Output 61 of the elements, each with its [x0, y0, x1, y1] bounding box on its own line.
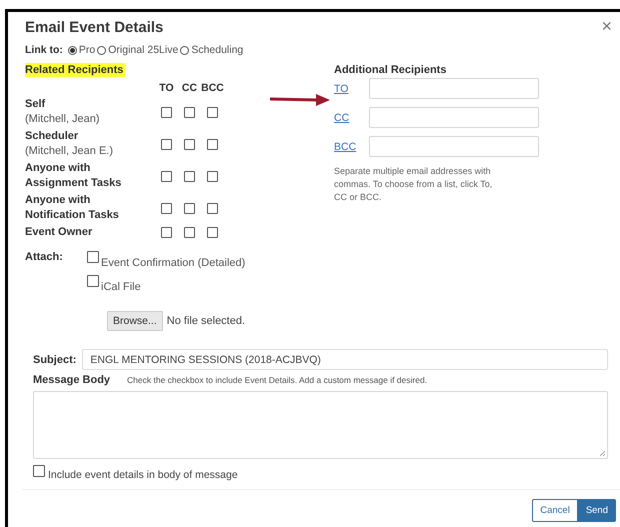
recipient-name: Event Owner — [25, 225, 94, 240]
checkbox[interactable] — [184, 227, 195, 238]
radio-label: Scheduling — [191, 44, 244, 56]
section-heading: Additional Recipients — [334, 63, 448, 77]
file-status: No file selected. — [166, 315, 246, 327]
checkbox[interactable] — [161, 138, 172, 150]
checkbox[interactable] — [184, 202, 195, 214]
checkbox-label: Event Confirmation (Detailed) — [101, 256, 246, 269]
email-field[interactable] — [369, 136, 539, 157]
checkbox[interactable] — [161, 202, 172, 214]
checkbox[interactable] — [87, 275, 99, 287]
checkbox-label: Include event details in body of message — [48, 468, 238, 481]
column-header: CC — [180, 81, 198, 96]
hint-text: Check the checkbox to include Event Details. Add a custom message if desired. — [127, 375, 428, 385]
arrow-icon — [270, 94, 330, 106]
radio-button[interactable] — [180, 46, 190, 54]
checkbox[interactable] — [207, 138, 218, 150]
cancel-button[interactable]: Cancel — [532, 499, 578, 522]
dialog-title: Email Event Details — [25, 18, 164, 36]
checkbox-label: iCal File — [101, 280, 141, 293]
attach-label: Attach: — [25, 251, 64, 265]
subject-label: Subject: — [33, 354, 76, 366]
checkbox[interactable] — [207, 227, 218, 238]
recipient-link[interactable]: BCC — [334, 140, 356, 152]
radio-label: Pro — [78, 44, 96, 56]
column-header: TO — [158, 81, 175, 96]
close-button[interactable]: × — [601, 16, 612, 37]
checkbox[interactable] — [184, 170, 195, 182]
recipient-detail: (Mitchell, Jean) — [25, 112, 101, 127]
checkbox[interactable] — [207, 106, 218, 118]
recipient-name: Self — [25, 97, 46, 112]
recipient-name: Anyone with Assignment Tasks — [25, 161, 122, 191]
radio-label: Original 25Live — [108, 44, 178, 56]
recipient-link[interactable]: CC — [334, 112, 350, 124]
checkbox[interactable] — [161, 227, 172, 238]
browse-button[interactable]: Browse... — [107, 311, 163, 331]
send-button[interactable]: Send — [578, 499, 616, 522]
help-text: Separate multiple email addresses with commas. To choose from a list, click To, CC or BCC. — [334, 165, 494, 204]
checkbox[interactable] — [207, 202, 218, 214]
checkbox[interactable] — [207, 170, 218, 182]
recipient-link[interactable]: TO — [334, 82, 348, 94]
radio-button[interactable] — [68, 46, 77, 54]
resize-grip-icon[interactable] — [599, 450, 605, 456]
email-field[interactable] — [369, 107, 539, 128]
email-field[interactable] — [369, 78, 539, 99]
column-header: BCC — [201, 81, 224, 96]
checkbox[interactable] — [33, 465, 45, 477]
recipient-detail: (Mitchell, Jean E.) — [25, 144, 114, 159]
message-body-label: Message Body — [33, 374, 110, 386]
checkbox[interactable] — [161, 106, 172, 118]
recipient-name: Scheduler — [25, 129, 80, 144]
subject-field[interactable]: ENGL MENTORING SESSIONS (2018-ACJBVQ) — [82, 349, 608, 370]
checkbox[interactable] — [87, 251, 99, 263]
checkbox[interactable] — [161, 170, 172, 182]
message-field[interactable] — [33, 391, 608, 459]
link-to-label: Link to: — [25, 44, 63, 56]
radio-button[interactable] — [97, 46, 106, 54]
checkbox[interactable] — [184, 106, 195, 118]
section-heading: Related Recipients — [25, 63, 126, 77]
recipient-name: Anyone with Notification Tasks — [25, 193, 120, 223]
checkbox[interactable] — [184, 138, 195, 150]
